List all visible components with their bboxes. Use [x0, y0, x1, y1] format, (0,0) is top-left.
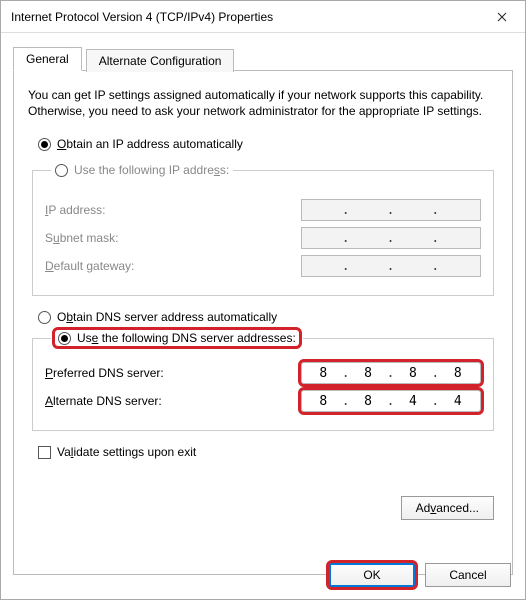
ok-highlight: OK [329, 563, 415, 587]
row-ip-address: IP address: ... [45, 199, 481, 221]
checkbox-icon [38, 446, 51, 459]
tab-alternate-configuration[interactable]: Alternate Configuration [86, 49, 235, 72]
tab-alternate-label: Alternate Configuration [99, 54, 222, 68]
intro-text: You can get IP settings assigned automat… [28, 87, 498, 119]
group-static-dns-legend: Use the following DNS server addresses: [51, 330, 303, 346]
input-default-gateway: ... [301, 255, 481, 277]
close-icon [497, 12, 507, 22]
titlebar: Internet Protocol Version 4 (TCP/IPv4) P… [1, 1, 525, 33]
input-preferred-dns[interactable]: 8. 8. 8. 8 [301, 362, 481, 384]
row-subnet-mask: Subnet mask: ... [45, 227, 481, 249]
label-default-gateway: Default gateway: [45, 259, 134, 273]
radio-icon [38, 311, 51, 324]
input-subnet-mask: ... [301, 227, 481, 249]
radio-icon [38, 138, 51, 151]
radio-label: Obtain DNS server address automatically [57, 310, 277, 324]
window-title: Internet Protocol Version 4 (TCP/IPv4) P… [11, 10, 273, 24]
row-alternate-dns: Alternate DNS server: 8. 8. 4. 4 [45, 390, 481, 412]
group-static-ip-legend: Use the following IP address: [51, 157, 233, 183]
checkbox-label: Validate settings upon exit [57, 445, 196, 459]
advanced-button-wrap: Advanced... [401, 496, 494, 520]
group-static-ip: Use the following IP address: IP address… [32, 157, 494, 296]
input-ip-address: ... [301, 199, 481, 221]
tab-general[interactable]: General [13, 47, 82, 71]
checkbox-validate-settings[interactable]: Validate settings upon exit [28, 445, 498, 459]
radio-icon [55, 164, 68, 177]
group-static-dns: Use the following DNS server addresses: … [32, 330, 494, 431]
radio-label: Obtain an IP address automatically [57, 137, 243, 151]
label-alternate-dns: Alternate DNS server: [45, 394, 162, 408]
radio-obtain-ip-automatically[interactable]: Obtain an IP address automatically [28, 137, 498, 151]
label-preferred-dns: Preferred DNS server: [45, 366, 164, 380]
radio-use-following-dns[interactable]: Use the following DNS server addresses: [55, 330, 299, 346]
tab-panel-general: You can get IP settings assigned automat… [13, 71, 513, 575]
row-default-gateway: Default gateway: ... [45, 255, 481, 277]
dialog-buttons: OK Cancel [329, 563, 511, 587]
ok-button[interactable]: OK [329, 563, 415, 587]
tab-general-label: General [26, 52, 69, 66]
row-preferred-dns: Preferred DNS server: 8. 8. 8. 8 [45, 362, 481, 384]
label-subnet-mask: Subnet mask: [45, 231, 118, 245]
input-alternate-dns[interactable]: 8. 8. 4. 4 [301, 390, 481, 412]
tabstrip: General Alternate Configuration [13, 47, 513, 71]
label-ip-address: IP address: [45, 203, 106, 217]
radio-use-following-ip[interactable]: Use the following IP address: [55, 163, 229, 177]
cancel-button[interactable]: Cancel [425, 563, 511, 587]
dialog-window: Internet Protocol Version 4 (TCP/IPv4) P… [0, 0, 526, 600]
radio-obtain-dns-automatically[interactable]: Obtain DNS server address automatically [28, 310, 498, 324]
radio-label: Use the following IP address: [74, 163, 229, 177]
radio-label: Use the following DNS server addresses: [77, 331, 296, 345]
close-button[interactable] [479, 1, 525, 33]
radio-icon [58, 332, 71, 345]
advanced-button[interactable]: Advanced... [401, 496, 494, 520]
